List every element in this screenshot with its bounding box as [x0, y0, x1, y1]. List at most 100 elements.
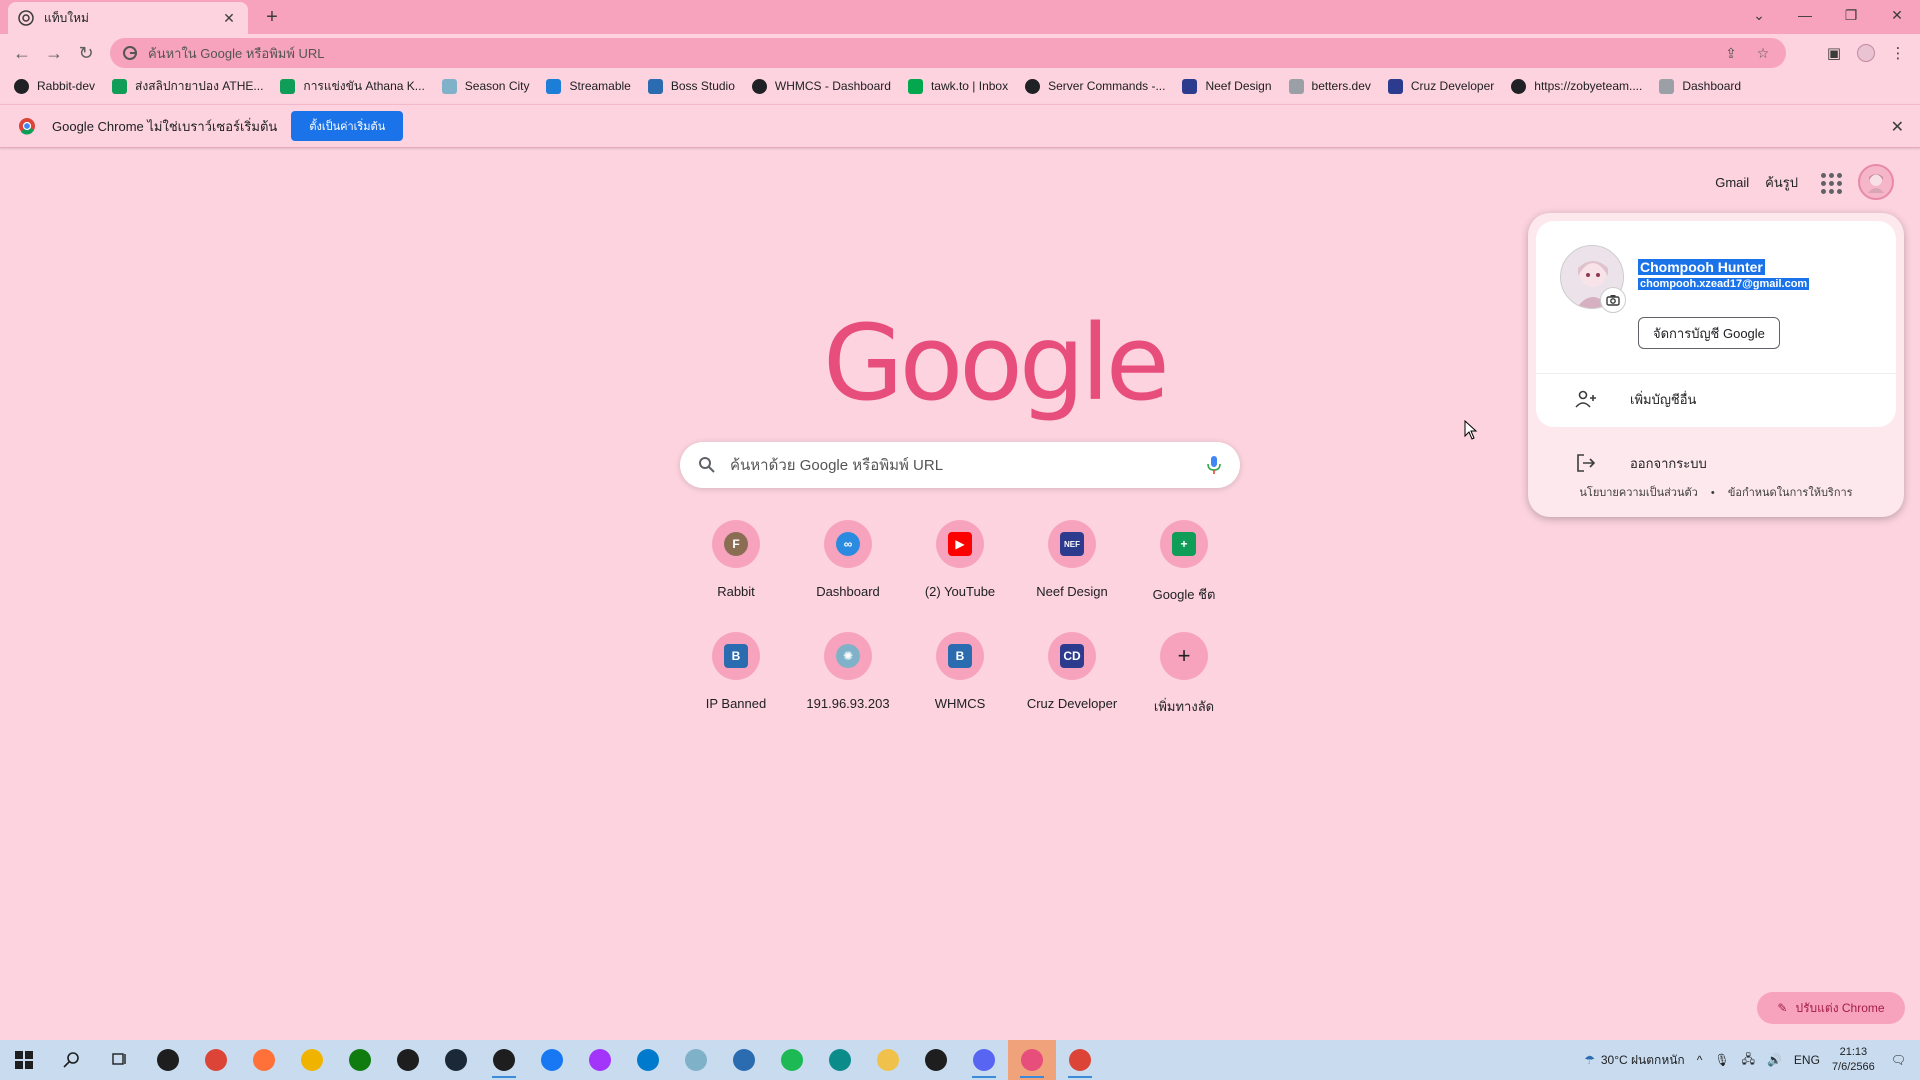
set-default-button[interactable]: ตั้งเป็นค่าเริ่มต้น	[291, 111, 404, 141]
infobar-close-icon[interactable]: ✕	[1891, 117, 1904, 137]
new-tab-button[interactable]: +	[260, 6, 284, 30]
taskbar-app[interactable]	[1008, 1040, 1056, 1080]
close-window-button[interactable]: ✕	[1874, 0, 1920, 30]
bookmark-item[interactable]: tawk.to | Inbox	[907, 78, 1008, 94]
reload-button[interactable]: ↻	[74, 41, 98, 65]
bookmark-item[interactable]: ส่งสลิปกายาปอง ATHE...	[112, 77, 263, 96]
add-account-item[interactable]: เพิ่มบัญชีอื่น	[1536, 375, 1896, 423]
shortcut-tile[interactable]: + Google ชีต	[1128, 516, 1240, 628]
taskbar-app[interactable]	[1056, 1040, 1104, 1080]
restore-button[interactable]: ❐	[1828, 0, 1874, 30]
shortcut-tile[interactable]: F Rabbit	[680, 516, 792, 628]
bookmark-item[interactable]: WHMCS - Dashboard	[751, 78, 891, 94]
notifications-icon[interactable]: 🗨	[1891, 1053, 1906, 1067]
start-button[interactable]	[0, 1040, 48, 1080]
taskbar-app[interactable]	[192, 1040, 240, 1080]
taskbar-app[interactable]	[720, 1040, 768, 1080]
bookmark-item[interactable]: การแข่งขัน Athana K...	[280, 77, 425, 96]
bookmark-item[interactable]: Rabbit-dev	[14, 78, 96, 94]
bookmark-item[interactable]: https://zobyeteam....	[1511, 78, 1642, 94]
clock-time: 21:13	[1839, 1046, 1868, 1058]
google-g-icon	[123, 46, 137, 60]
back-button[interactable]: ←	[10, 41, 34, 65]
ntp-search-box[interactable]	[680, 442, 1240, 488]
boss-icon	[647, 78, 663, 94]
sign-out-item[interactable]: ออกจากระบบ	[1528, 439, 1888, 487]
minimize-button[interactable]: —	[1782, 0, 1828, 30]
shortcut-tile[interactable]: CD Cruz Developer	[1016, 628, 1128, 740]
shortcut-tile[interactable]: ✺ 191.96.93.203	[792, 628, 904, 740]
forward-button[interactable]: →	[42, 41, 66, 65]
taskbar-app[interactable]	[480, 1040, 528, 1080]
add-shortcut-tile[interactable]: + เพิ่มทางลัด	[1128, 628, 1240, 740]
microphone-icon[interactable]	[1206, 455, 1222, 475]
tab-new-tab[interactable]: แท็บใหม่ ✕	[8, 2, 248, 34]
shortcut-tile[interactable]: NEF Neef Design	[1016, 516, 1128, 628]
taskbar-app[interactable]	[240, 1040, 288, 1080]
taskbar-app[interactable]	[624, 1040, 672, 1080]
account-avatar-button[interactable]	[1858, 164, 1894, 200]
chrome-menu-icon[interactable]: ⋮	[1886, 41, 1910, 65]
bookmark-item[interactable]: Season City	[441, 78, 529, 94]
default-browser-infobar: Google Chrome ไม่ใช่เบราว์เซอร์เริ่มต้น …	[0, 104, 1920, 148]
language-indicator[interactable]: ENG	[1794, 1053, 1820, 1067]
system-tray: ☂ 30°C ฝนตกหนัก ^ 🎙 🖧 🔊 ENG 21:13 7/6/256…	[1584, 1040, 1920, 1080]
network-icon[interactable]: 🖧	[1742, 1050, 1755, 1071]
pencil-icon: ✎	[1777, 1001, 1788, 1015]
plus-icon: +	[1177, 643, 1191, 668]
bookmark-item[interactable]: Dashboard	[1659, 78, 1741, 94]
taskbar-app[interactable]	[336, 1040, 384, 1080]
tray-chevron-icon[interactable]: ^	[1697, 1053, 1703, 1067]
share-icon[interactable]: ⇪	[1720, 42, 1742, 64]
taskbar-app[interactable]	[816, 1040, 864, 1080]
gmail-link[interactable]: Gmail	[1715, 175, 1749, 190]
taskbar-app[interactable]	[432, 1040, 480, 1080]
clock[interactable]: 21:13 7/6/2566	[1832, 1045, 1875, 1075]
shortcut-tile[interactable]: ∞ Dashboard	[792, 516, 904, 628]
shortcut-tile[interactable]: B IP Banned	[680, 628, 792, 740]
terms-link[interactable]: ข้อกำหนดในการให้บริการ	[1728, 487, 1853, 499]
change-photo-button[interactable]	[1600, 287, 1626, 313]
taskbar-search-icon[interactable]	[48, 1040, 96, 1080]
manage-account-button[interactable]: จัดการบัญชี Google	[1638, 317, 1780, 349]
facebook-icon	[541, 1049, 563, 1071]
ntp-search-input[interactable]	[730, 456, 1206, 474]
tab-close-icon[interactable]: ✕	[220, 10, 238, 27]
bookmark-star-icon[interactable]: ☆	[1752, 42, 1774, 64]
images-link[interactable]: ค้นรูป	[1765, 172, 1798, 193]
shortcut-tile[interactable]: ▶ (2) YouTube	[904, 516, 1016, 628]
address-bar[interactable]: ค้นหาใน Google หรือพิมพ์ URL ⇪ ☆	[110, 38, 1786, 68]
taskbar-app[interactable]	[864, 1040, 912, 1080]
taskbar-app[interactable]	[768, 1040, 816, 1080]
taskbar-app[interactable]	[912, 1040, 960, 1080]
shortcut-icon-circle: F	[712, 520, 760, 568]
sheets-icon	[280, 78, 296, 94]
weather-widget[interactable]: ☂ 30°C ฝนตกหนัก	[1584, 1051, 1685, 1070]
taskbar-app[interactable]	[144, 1040, 192, 1080]
bookmark-label: Rabbit-dev	[37, 79, 96, 93]
profile-icon[interactable]	[1854, 41, 1878, 65]
side-panel-icon[interactable]: ▣	[1822, 41, 1846, 65]
bookmark-item[interactable]: Server Commands -...	[1025, 78, 1165, 94]
shortcut-label: Neef Design	[1036, 584, 1108, 599]
customize-chrome-button[interactable]: ✎ ปรับแต่ง Chrome	[1757, 992, 1905, 1024]
tab-search-icon[interactable]: ⌄	[1736, 0, 1782, 30]
taskbar-app[interactable]	[672, 1040, 720, 1080]
bookmark-item[interactable]: betters.dev	[1288, 78, 1371, 94]
taskbar-app[interactable]	[288, 1040, 336, 1080]
bookmark-item[interactable]: Streamable	[546, 78, 631, 94]
microphone-tray-icon[interactable]: 🎙	[1714, 1053, 1729, 1067]
task-view-icon[interactable]	[96, 1040, 144, 1080]
taskbar-app[interactable]	[960, 1040, 1008, 1080]
bookmark-item[interactable]: Neef Design	[1182, 78, 1272, 94]
spotify-icon	[781, 1049, 803, 1071]
shortcut-tile[interactable]: B WHMCS	[904, 628, 1016, 740]
google-apps-icon[interactable]	[1818, 170, 1842, 194]
taskbar-app[interactable]	[528, 1040, 576, 1080]
taskbar-app[interactable]	[576, 1040, 624, 1080]
privacy-link[interactable]: นโยบายความเป็นส่วนตัว	[1579, 487, 1697, 499]
bookmark-item[interactable]: Cruz Developer	[1387, 78, 1494, 94]
volume-icon[interactable]: 🔊	[1767, 1053, 1782, 1067]
bookmark-item[interactable]: Boss Studio	[647, 78, 735, 94]
taskbar-app[interactable]	[384, 1040, 432, 1080]
